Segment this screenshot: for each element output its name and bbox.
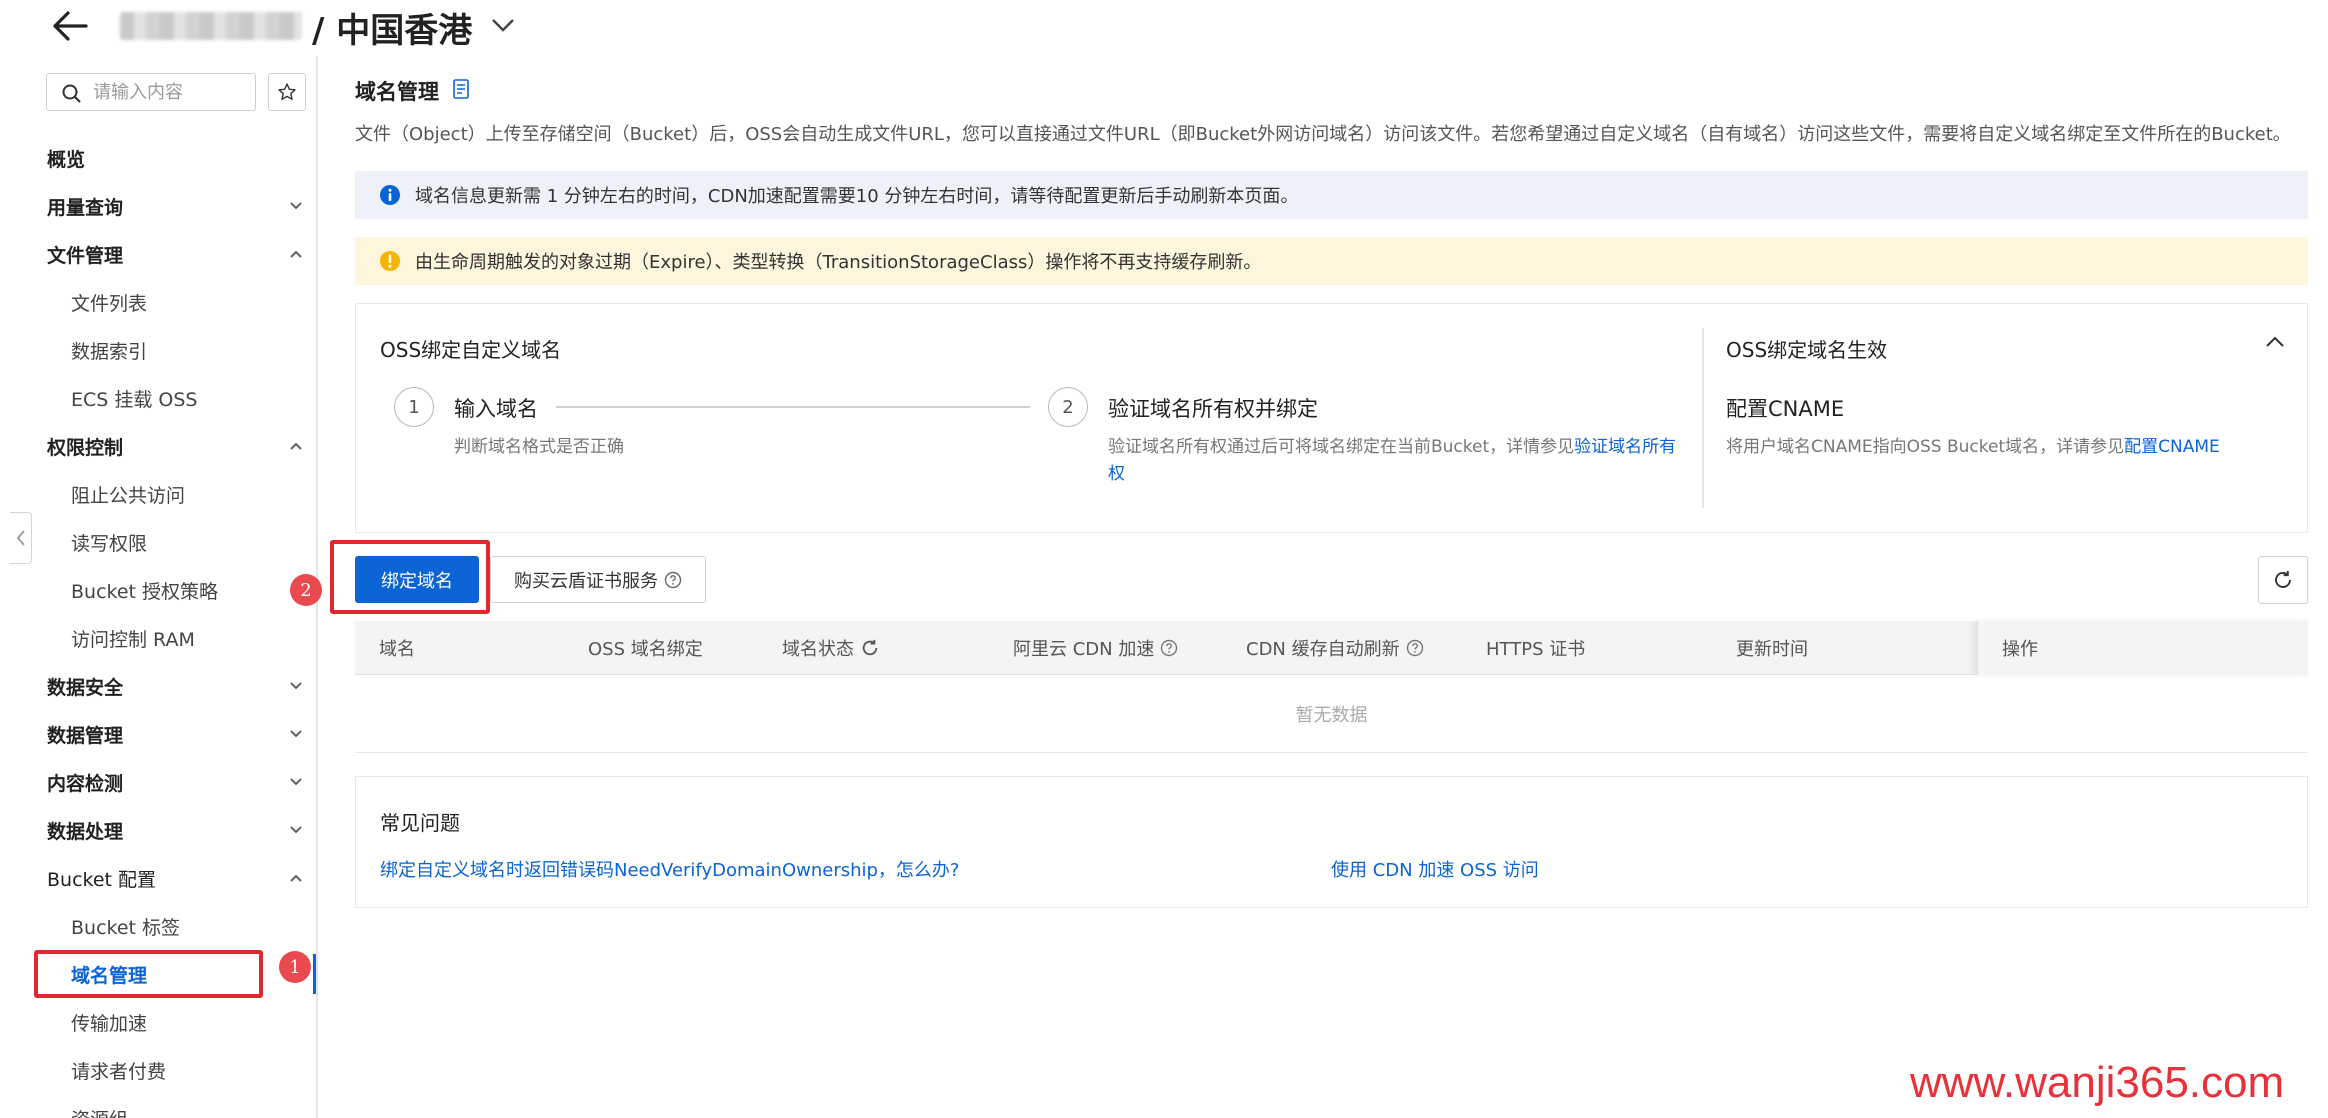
chevron-down-icon [290, 682, 302, 690]
sidebar-item-data-index[interactable]: 数据索引 [10, 330, 316, 370]
faq-title: 常见问题 [380, 811, 460, 835]
binding-guide-card: OSS绑定自定义域名 1 输入域名 判断域名格式是否正确 2 验证域名所有权并绑… [355, 303, 2308, 533]
chevron-left-icon [16, 530, 25, 546]
column-actions: 操作 [1975, 621, 2308, 675]
sidebar-item-requester-pays[interactable]: 请求者付费 [10, 1050, 316, 1090]
sidebar-item-block-public-access[interactable]: 阻止公共访问 [10, 474, 316, 514]
chevron-up-icon [290, 442, 302, 450]
help-icon[interactable] [1160, 639, 1178, 657]
sidebar-item-resource-group[interactable]: 资源组 [10, 1098, 316, 1118]
column-cdn-refresh: CDN 缓存自动刷新 [1246, 621, 1424, 675]
column-updated: 更新时间 [1736, 639, 1808, 660]
chevron-down-icon [290, 778, 302, 786]
sidebar-item-bucket-config[interactable]: Bucket 配置 [10, 858, 316, 898]
faq-link-cdn-acceleration[interactable]: 使用 CDN 加速 OSS 访问 [1331, 856, 1539, 882]
step-2-desc-text: 验证域名所有权通过后可将域名绑定在当前Bucket，详情参见 [1108, 437, 1575, 457]
step-1-number: 1 [394, 387, 434, 427]
sidebar-item-access-control[interactable]: 权限控制 [10, 426, 316, 466]
region-title: / 中国香港 [312, 11, 473, 51]
configure-cname-link[interactable]: 配置CNAME [2124, 437, 2220, 457]
refresh-icon[interactable] [860, 638, 880, 658]
sidebar-item-file-list[interactable]: 文件列表 [10, 282, 316, 322]
cname-subtitle: 配置CNAME [1726, 397, 1845, 421]
warning-alert-text: 由生命周期触发的对象过期（Expire）、类型转换（TransitionStor… [415, 252, 1262, 273]
page-title: 域名管理 [355, 80, 439, 104]
annotation-marker-1: 1 [279, 951, 311, 983]
back-arrow-icon[interactable] [50, 6, 90, 46]
warning-alert: 由生命周期触发的对象过期（Expire）、类型转换（TransitionStor… [355, 237, 2308, 285]
column-actions-label: 操作 [2002, 639, 2038, 660]
step-2-title: 验证域名所有权并绑定 [1108, 397, 1318, 421]
active-indicator [313, 954, 316, 994]
step-2-desc: 验证域名所有权通过后可将域名绑定在当前Bucket，详情参见验证域名所有权 [1108, 434, 1688, 488]
sidebar-item-bucket-tags[interactable]: Bucket 标签 [10, 906, 316, 946]
column-domain: 域名 [379, 639, 415, 660]
column-oss-binding: OSS 域名绑定 [588, 639, 703, 660]
annotation-box-sidebar [34, 950, 263, 998]
chevron-down-icon[interactable] [490, 14, 516, 36]
info-icon [380, 185, 400, 205]
refresh-icon [2275, 571, 2291, 588]
star-icon [278, 83, 296, 100]
chevron-up-icon [290, 250, 302, 258]
warning-icon [380, 251, 400, 271]
sidebar-item-data-management[interactable]: 数据管理 [10, 714, 316, 754]
card-divider [1702, 328, 1704, 508]
favorite-button[interactable] [268, 73, 306, 111]
domain-table-header: 域名 OSS 域名绑定 域名状态 阿里云 CDN 加速 CDN 缓存自动刷新 H… [355, 621, 2308, 675]
step-1-title: 输入域名 [454, 397, 538, 421]
info-alert-text: 域名信息更新需 1 分钟左右的时间，CDN加速配置需要10 分钟左右时间，请等待… [415, 186, 1299, 207]
chevron-down-icon [290, 730, 302, 738]
guide-left-title: OSS绑定自定义域名 [380, 338, 562, 362]
cname-desc-text: 将用户域名CNAME指向OSS Bucket域名，详请参见 [1726, 437, 2125, 457]
bind-domain-button[interactable]: 绑定域名 [355, 556, 479, 603]
sidebar-item-ecs-mount[interactable]: ECS 挂载 OSS [10, 378, 316, 418]
step-1-desc: 判断域名格式是否正确 [454, 437, 624, 457]
page-header: / 中国香港 [0, 0, 2328, 56]
search-icon [62, 84, 81, 103]
annotation-marker-2: 2 [290, 574, 322, 606]
document-icon[interactable] [452, 78, 470, 100]
sidebar-collapse-handle[interactable] [10, 512, 32, 564]
sidebar-item-bucket-policy[interactable]: Bucket 授权策略 [10, 570, 316, 610]
help-icon[interactable] [1406, 639, 1424, 657]
refresh-button[interactable] [2258, 556, 2308, 604]
sidebar-item-read-write-acl[interactable]: 读写权限 [10, 522, 316, 562]
page-description: 文件（Object）上传至存储空间（Bucket）后，OSS会自动生成文件URL… [355, 124, 2291, 145]
info-alert: 域名信息更新需 1 分钟左右的时间，CDN加速配置需要10 分钟左右时间，请等待… [355, 171, 2308, 219]
guide-right-title: OSS绑定域名生效 [1726, 338, 1888, 362]
watermark: www.wanji365.com [1910, 1058, 2285, 1107]
column-domain-status: 域名状态 [782, 621, 880, 675]
chevron-down-icon [290, 202, 302, 210]
bucket-name-redacted [120, 12, 302, 40]
column-cdn: 阿里云 CDN 加速 [1013, 621, 1178, 675]
sidebar-item-file-management[interactable]: 文件管理 [10, 234, 316, 274]
faq-card: 常见问题 绑定自定义域名时返回错误码NeedVerifyDomainOwners… [355, 776, 2308, 908]
help-icon [664, 571, 682, 588]
sidebar-item-transfer-acceleration[interactable]: 传输加速 [10, 1002, 316, 1042]
column-https: HTTPS 证书 [1486, 639, 1586, 660]
sidebar-item-content-detection[interactable]: 内容检测 [10, 762, 316, 802]
cname-desc: 将用户域名CNAME指向OSS Bucket域名，详请参见配置CNAME [1726, 434, 2220, 461]
step-2-number: 2 [1048, 387, 1088, 427]
table-empty-state: 暂无数据 [355, 675, 2308, 753]
sidebar-search[interactable] [46, 73, 256, 111]
sidebar-item-overview[interactable]: 概览 [10, 138, 316, 178]
chevron-down-icon [290, 826, 302, 834]
step-connector [556, 406, 1030, 408]
buy-certificate-button[interactable]: 购买云盾证书服务 [490, 556, 706, 603]
chevron-up-icon[interactable] [2264, 334, 2286, 350]
search-input[interactable] [93, 78, 243, 106]
chevron-up-icon [290, 874, 302, 882]
sidebar-item-ram[interactable]: 访问控制 RAM [10, 618, 316, 658]
faq-link-verify-ownership[interactable]: 绑定自定义域名时返回错误码NeedVerifyDomainOwnership，怎… [380, 856, 960, 882]
buy-certificate-label: 购买云盾证书服务 [514, 570, 658, 592]
sidebar-item-data-security[interactable]: 数据安全 [10, 666, 316, 706]
sidebar-item-usage[interactable]: 用量查询 [10, 186, 316, 226]
sidebar-item-data-processing[interactable]: 数据处理 [10, 810, 316, 850]
